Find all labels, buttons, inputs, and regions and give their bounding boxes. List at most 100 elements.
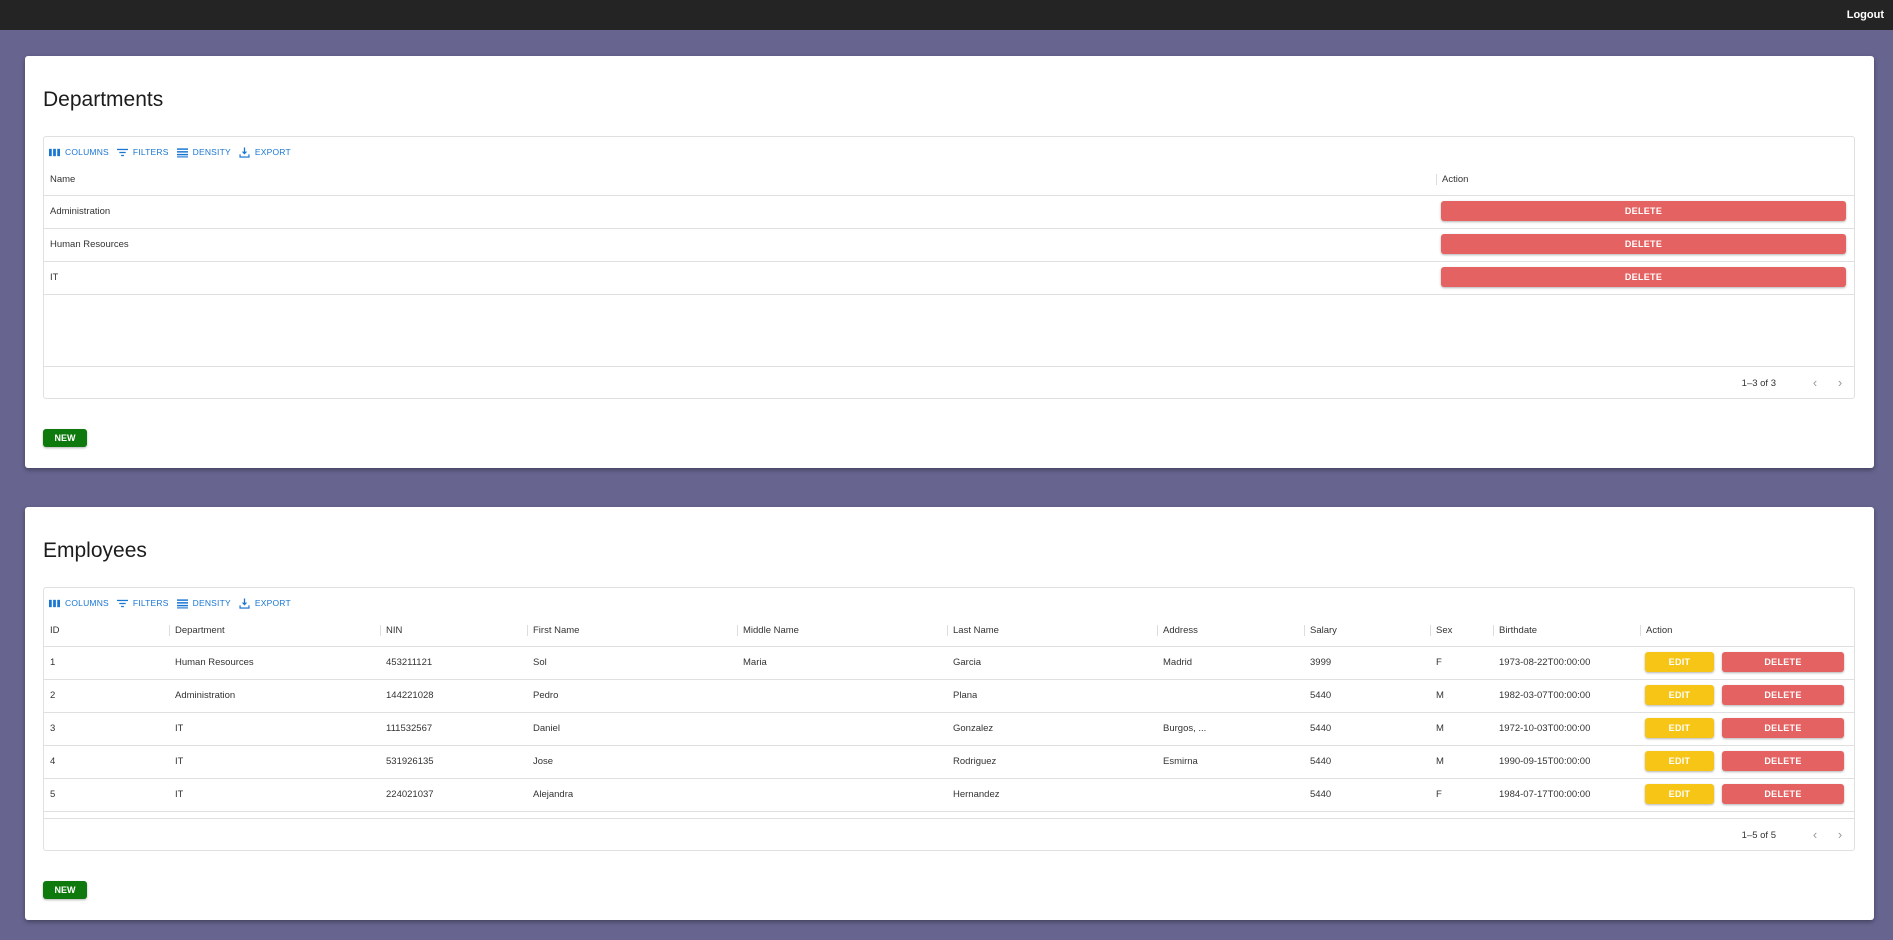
column-header-middle-name[interactable]: Middle Name xyxy=(737,614,799,647)
cell-nin: 111532567 xyxy=(386,723,433,734)
chevron-right-icon[interactable]: › xyxy=(1833,376,1847,390)
table-row: IT DELETE xyxy=(44,262,1854,295)
cell-sex: M xyxy=(1436,723,1444,734)
pagination-count: 1–5 of 5 xyxy=(1741,830,1776,841)
export-button[interactable]: EXPORT xyxy=(239,597,291,609)
cell-middle-name xyxy=(737,680,743,712)
edit-button[interactable]: EDIT xyxy=(1645,685,1714,705)
departments-grid: COLUMNS FILTERS DENSITY EXPORT Name Acti… xyxy=(43,136,1855,399)
cell-birthdate: 1982-03-07T00:00:00 xyxy=(1499,690,1591,701)
column-header-department[interactable]: Department xyxy=(169,614,225,647)
column-header-id[interactable]: ID xyxy=(44,614,60,647)
cell-id: 5 xyxy=(50,789,56,800)
column-header-address[interactable]: Address xyxy=(1157,614,1198,647)
delete-button[interactable]: DELETE xyxy=(1722,718,1844,738)
cell-address xyxy=(1157,779,1163,811)
cell-address: Madrid xyxy=(1163,657,1193,668)
pagination-count: 1–3 of 3 xyxy=(1741,378,1776,389)
department-name: Human Resources xyxy=(50,239,129,250)
cell-salary: 5440 xyxy=(1310,690,1332,701)
logout-button[interactable]: Logout xyxy=(1847,9,1884,21)
cell-birthdate: 1973-08-22T00:00:00 xyxy=(1499,657,1591,668)
cell-nin: 453211121 xyxy=(386,657,433,668)
cell-last-name: Gonzalez xyxy=(953,723,994,734)
cell-middle-name xyxy=(737,779,743,811)
pagination-footer: 1–3 of 3 ‹ › xyxy=(44,366,1854,399)
cell-middle-name xyxy=(737,746,743,778)
cell-id: 3 xyxy=(50,723,56,734)
cell-middle-name xyxy=(737,713,743,745)
edit-button[interactable]: EDIT xyxy=(1645,718,1714,738)
column-header-birthdate[interactable]: Birthdate xyxy=(1493,614,1537,647)
delete-button[interactable]: DELETE xyxy=(1441,234,1846,254)
cell-last-name: Rodriguez xyxy=(953,756,997,767)
column-header-sex[interactable]: Sex xyxy=(1430,614,1452,647)
export-label: EXPORT xyxy=(254,147,291,157)
export-icon xyxy=(239,597,250,609)
filter-icon xyxy=(116,148,128,156)
column-header-action[interactable]: Action xyxy=(1640,614,1672,647)
cell-birthdate: 1990-09-15T00:00:00 xyxy=(1499,756,1591,767)
employees-title: Employees xyxy=(43,539,147,562)
chevron-left-icon[interactable]: ‹ xyxy=(1808,376,1822,390)
filters-button[interactable]: FILTERS xyxy=(116,147,169,158)
cell-department: Administration xyxy=(175,690,236,701)
cell-id: 4 xyxy=(50,756,56,767)
employees-grid: COLUMNS FILTERS DENSITY EXPORT ID Depart… xyxy=(43,587,1855,851)
delete-button[interactable]: DELETE xyxy=(1441,201,1846,221)
pagination-footer: 1–5 of 5 ‹ › xyxy=(44,818,1854,851)
cell-salary: 5440 xyxy=(1310,756,1332,767)
export-icon xyxy=(239,146,250,158)
cell-birthdate: 1984-07-17T00:00:00 xyxy=(1499,789,1591,800)
chevron-right-icon[interactable]: › xyxy=(1833,828,1847,842)
density-button[interactable]: DENSITY xyxy=(176,147,231,158)
grid-toolbar: COLUMNS FILTERS DENSITY EXPORT xyxy=(49,145,299,159)
column-header-last-name[interactable]: Last Name xyxy=(947,614,999,647)
edit-button[interactable]: EDIT xyxy=(1645,751,1714,771)
density-icon xyxy=(176,598,188,608)
employees-header-row: ID Department NIN First Name Middle Name… xyxy=(44,614,1854,647)
chevron-left-icon[interactable]: ‹ xyxy=(1808,828,1822,842)
filters-button[interactable]: FILTERS xyxy=(116,598,169,609)
department-name: Administration xyxy=(50,206,111,217)
delete-button[interactable]: DELETE xyxy=(1441,267,1846,287)
cell-sex: F xyxy=(1436,657,1442,668)
table-row: 4 IT 531926135 Jose Rodriguez Esmirna 54… xyxy=(44,746,1854,779)
columns-label: COLUMNS xyxy=(65,147,109,157)
delete-button[interactable]: DELETE xyxy=(1722,751,1844,771)
column-header-nin[interactable]: NIN xyxy=(380,614,402,647)
grid-toolbar: COLUMNS FILTERS DENSITY EXPORT xyxy=(49,596,299,610)
column-header-first-name[interactable]: First Name xyxy=(527,614,579,647)
edit-button[interactable]: EDIT xyxy=(1645,652,1714,672)
cell-address xyxy=(1157,680,1163,712)
departments-panel: Departments COLUMNS FILTERS DENSITY EXPO… xyxy=(25,56,1874,468)
cell-last-name: Hernandez xyxy=(953,789,1000,800)
table-row: Administration DELETE xyxy=(44,196,1854,229)
new-employee-button[interactable]: NEW xyxy=(43,881,87,899)
cell-department: IT xyxy=(175,756,184,767)
columns-label: COLUMNS xyxy=(65,598,109,608)
density-icon xyxy=(176,147,188,157)
column-header-action[interactable]: Action xyxy=(1436,163,1468,196)
export-button[interactable]: EXPORT xyxy=(239,146,291,158)
delete-button[interactable]: DELETE xyxy=(1722,685,1844,705)
delete-button[interactable]: DELETE xyxy=(1722,652,1844,672)
filter-icon xyxy=(116,599,128,607)
column-header-name[interactable]: Name xyxy=(44,163,75,196)
cell-sex: M xyxy=(1436,690,1444,701)
edit-button[interactable]: EDIT xyxy=(1645,784,1714,804)
columns-button[interactable]: COLUMNS xyxy=(49,147,109,158)
table-row: 2 Administration 144221028 Pedro Plana 5… xyxy=(44,680,1854,713)
department-name: IT xyxy=(50,272,59,283)
cell-first-name: Sol xyxy=(533,657,547,668)
filters-label: FILTERS xyxy=(132,147,169,157)
departments-header-row: Name Action xyxy=(44,163,1854,196)
columns-button[interactable]: COLUMNS xyxy=(49,598,109,609)
delete-button[interactable]: DELETE xyxy=(1722,784,1844,804)
density-label: DENSITY xyxy=(192,598,231,608)
table-row: 3 IT 111532567 Daniel Gonzalez Burgos, .… xyxy=(44,713,1854,746)
cell-nin: 224021037 xyxy=(386,789,434,800)
new-department-button[interactable]: NEW xyxy=(43,429,87,447)
density-button[interactable]: DENSITY xyxy=(176,598,231,609)
column-header-salary[interactable]: Salary xyxy=(1304,614,1337,647)
